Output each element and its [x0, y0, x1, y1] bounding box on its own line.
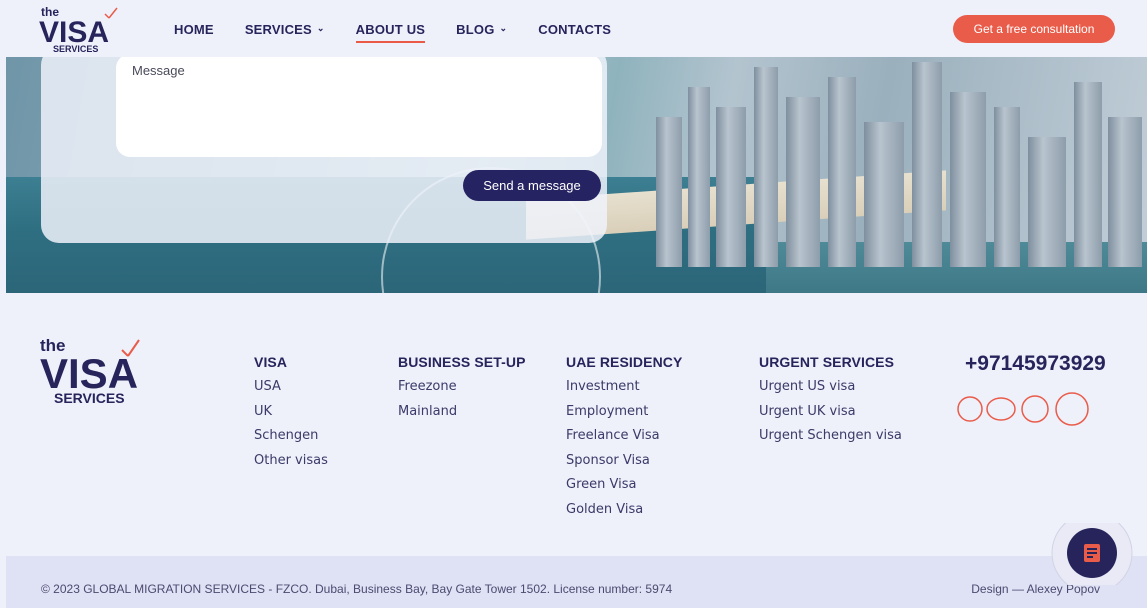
message-label: Message	[132, 63, 185, 78]
chevron-down-icon: ⌄	[499, 23, 508, 33]
chevron-down-icon: ⌄	[316, 23, 325, 33]
phone-number[interactable]: +97145973929	[965, 352, 1106, 376]
footer-link-employment[interactable]: Employment	[566, 404, 682, 429]
footer-link-urgent-uk[interactable]: Urgent UK visa	[759, 404, 902, 429]
footer-link-golden-visa[interactable]: Golden Visa	[566, 502, 682, 527]
nav-home[interactable]: HOME	[174, 22, 214, 37]
footer-logo[interactable]: the VISA SERVICES	[40, 336, 165, 408]
logo[interactable]: the VISA SERVICES	[39, 6, 134, 54]
message-textarea[interactable]: Message	[116, 57, 602, 157]
svg-text:SERVICES: SERVICES	[53, 44, 98, 54]
footer-link-freezone[interactable]: Freezone	[398, 379, 526, 404]
footer-link-schengen[interactable]: Schengen	[254, 428, 328, 453]
column-title: VISA	[254, 354, 288, 370]
social-icon-2[interactable]	[986, 397, 1016, 421]
city-skyline	[646, 57, 1147, 267]
footer-column-residency: UAE RESIDENCY Investment Employment Free…	[566, 354, 682, 526]
footer-column-urgent: URGENT SERVICES Urgent US visa Urgent UK…	[759, 354, 902, 453]
chat-form-icon	[1084, 544, 1100, 562]
footer-link-urgent-schengen[interactable]: Urgent Schengen visa	[759, 428, 902, 453]
column-title: BUSINESS SET-UP	[398, 354, 526, 370]
footer-link-usa[interactable]: USA	[254, 379, 328, 404]
nav-about-us[interactable]: ABOUT US	[355, 22, 426, 43]
chat-button[interactable]	[1049, 523, 1135, 585]
svg-text:SERVICES: SERVICES	[54, 390, 125, 406]
footer-link-mainland[interactable]: Mainland	[398, 404, 526, 429]
footer-link-sponsor-visa[interactable]: Sponsor Visa	[566, 453, 682, 478]
footer-link-uk[interactable]: UK	[254, 404, 328, 429]
social-icon-1[interactable]	[957, 396, 983, 422]
social-links	[957, 392, 1089, 426]
footer-link-other-visas[interactable]: Other visas	[254, 453, 328, 478]
contact-form-card: Message Send a message	[41, 57, 607, 243]
send-message-button[interactable]: Send a message	[463, 170, 601, 201]
nav-menu: HOME SERVICES ⌄ ABOUT US BLOG ⌄ CONTACTS	[174, 22, 611, 43]
column-title: UAE RESIDENCY	[566, 354, 683, 370]
footer-link-freelance-visa[interactable]: Freelance Visa	[566, 428, 682, 453]
nav-blog[interactable]: BLOG ⌄	[456, 22, 507, 37]
footer-column-visa: VISA USA UK Schengen Other visas	[254, 354, 328, 477]
nav-services[interactable]: SERVICES ⌄	[245, 22, 325, 37]
top-navbar: the VISA SERVICES HOME SERVICES ⌄ ABOUT U…	[6, 6, 1147, 57]
free-consultation-button[interactable]: Get a free consultation	[953, 15, 1115, 43]
column-title: URGENT SERVICES	[759, 354, 895, 370]
hero-background-image: Message Send a message	[6, 57, 1147, 293]
copyright-text: © 2023 GLOBAL MIGRATION SERVICES - FZCO.…	[41, 582, 673, 596]
nav-contacts[interactable]: CONTACTS	[538, 22, 611, 37]
social-icon-3[interactable]	[1021, 395, 1049, 423]
footer-link-investment[interactable]: Investment	[566, 379, 682, 404]
footer-bottom-bar: © 2023 GLOBAL MIGRATION SERVICES - FZCO.…	[6, 556, 1147, 608]
footer-link-green-visa[interactable]: Green Visa	[566, 477, 682, 502]
social-icon-4[interactable]	[1055, 392, 1089, 426]
footer-column-business: BUSINESS SET-UP Freezone Mainland	[398, 354, 526, 428]
footer-link-urgent-us[interactable]: Urgent US visa	[759, 379, 902, 404]
